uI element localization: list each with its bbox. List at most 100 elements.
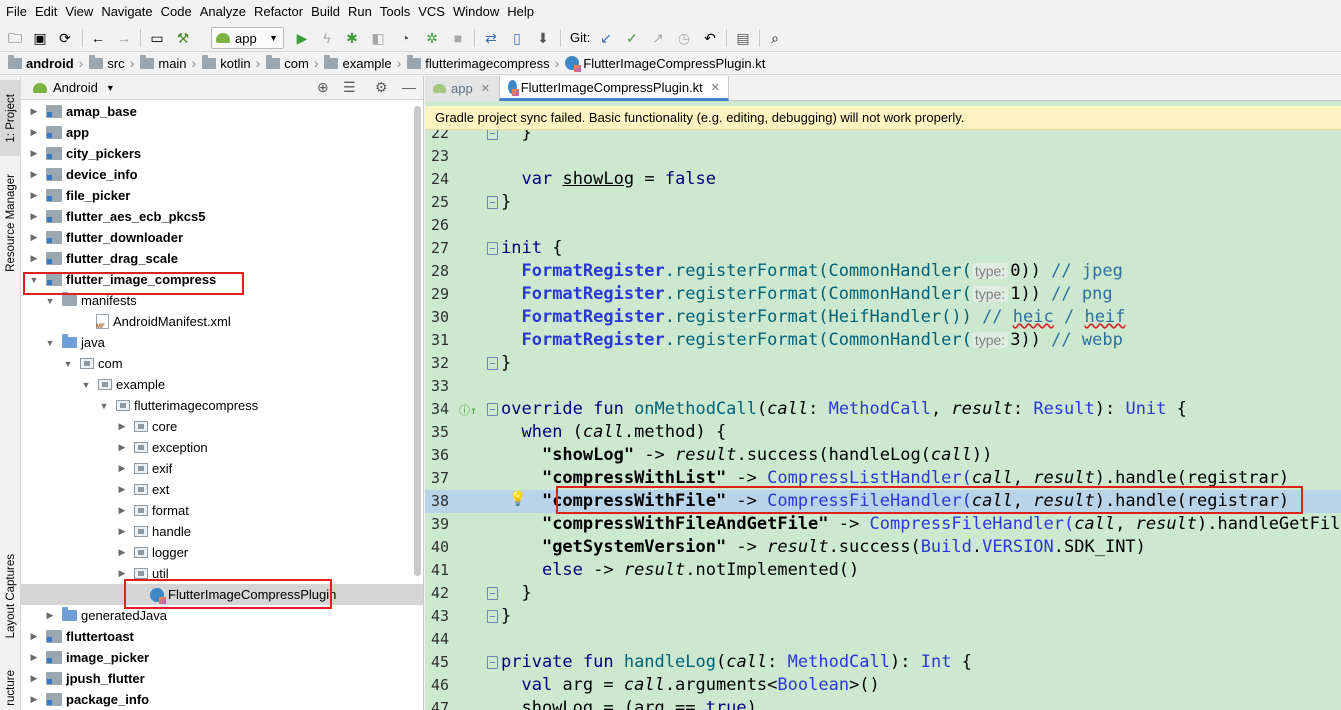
expand-down-icon[interactable]: ▼	[45, 296, 55, 306]
fold-icon[interactable]	[487, 403, 498, 416]
tree-item-androidmanifest-xml[interactable]: AndroidManifest.xml	[21, 311, 423, 332]
tree-item-example[interactable]: ▼ example	[21, 374, 423, 395]
tree-item-manifests[interactable]: ▼ manifests	[21, 290, 423, 311]
tree-item-flutter-aes-ecb-pkcs5[interactable]: ▶ flutter_aes_ecb_pkcs5	[21, 206, 423, 227]
back-icon[interactable]: ←	[88, 28, 108, 48]
code-line[interactable]: 31 FormatRegister.registerFormat(CommonH…	[425, 329, 1341, 352]
avd-manager-icon[interactable]: ▯	[507, 28, 527, 48]
git-commit-icon[interactable]: ✓	[622, 28, 642, 48]
code-line[interactable]: 22 }	[425, 130, 1341, 145]
breadcrumb-item[interactable]: example	[324, 54, 392, 71]
sync-icon[interactable]: ⟳	[55, 28, 75, 48]
code-line[interactable]: 39 "compressWithFileAndGetFile" -> Compr…	[425, 513, 1341, 536]
expand-right-icon[interactable]: ▶	[117, 526, 127, 537]
menu-item-help[interactable]: Help	[505, 0, 540, 24]
expand-down-icon[interactable]: ▼	[99, 401, 109, 411]
breadcrumb-item[interactable]: com	[266, 54, 309, 71]
tree-item-city-pickers[interactable]: ▶ city_pickers	[21, 143, 423, 164]
tree-item-device-info[interactable]: ▶ device_info	[21, 164, 423, 185]
code-area[interactable]: 22 } 23 24 var showLog = false 25} 26 27 init …	[425, 130, 1341, 710]
expand-down-icon[interactable]: ▼	[45, 338, 55, 348]
tree-scrollbar[interactable]	[414, 106, 421, 576]
code-line[interactable]: 24 var showLog = false	[425, 168, 1341, 191]
fold-icon[interactable]	[487, 130, 498, 140]
code-line[interactable]: 41 else -> result.notImplemented()	[425, 559, 1341, 582]
tab-app[interactable]: app ✕	[425, 76, 499, 101]
code-line[interactable]: 36 "showLog" -> result.success(handleLog…	[425, 444, 1341, 467]
menu-item-view[interactable]: View	[63, 0, 99, 24]
save-all-icon[interactable]: ▣	[30, 28, 50, 48]
code-line[interactable]: 29 FormatRegister.registerFormat(CommonH…	[425, 283, 1341, 306]
expand-right-icon[interactable]: ▶	[29, 232, 39, 243]
fold-icon[interactable]	[487, 656, 498, 669]
close-icon[interactable]: ✕	[481, 82, 490, 95]
menu-item-refactor[interactable]: Refactor	[252, 0, 309, 24]
expand-right-icon[interactable]: ▶	[45, 610, 55, 621]
tree-item-generatedjava[interactable]: ▶ generatedJava	[21, 605, 423, 626]
expand-right-icon[interactable]: ▶	[117, 442, 127, 453]
tree-item-com[interactable]: ▼ com	[21, 353, 423, 374]
tree-item-flutterimagecompressplugin[interactable]: FlutterImageCompressPlugin	[21, 584, 423, 605]
apply-changes-icon[interactable]: ϟ	[317, 28, 337, 48]
run-icon[interactable]: ▶	[292, 28, 312, 48]
menu-item-window[interactable]: Window	[451, 0, 505, 24]
tree-item-flutter-downloader[interactable]: ▶ flutter_downloader	[21, 227, 423, 248]
tree-item-logger[interactable]: ▶ logger	[21, 542, 423, 563]
fold-icon[interactable]	[487, 196, 498, 209]
minimize-icon[interactable]: —	[402, 79, 416, 95]
tree-item-amap-base[interactable]: ▶ amap_base	[21, 101, 423, 122]
tree-item-java[interactable]: ▼ java	[21, 332, 423, 353]
breadcrumb-item[interactable]: FlutterImageCompressPlugin.kt	[565, 56, 765, 72]
code-line[interactable]: 46 val arg = call.arguments<Boolean>()	[425, 674, 1341, 697]
tree-item-fluttertoast[interactable]: ▶ fluttertoast	[21, 626, 423, 647]
coverage-icon[interactable]: ◧	[368, 28, 388, 48]
menu-item-analyze[interactable]: Analyze	[198, 0, 252, 24]
code-line[interactable]: 25}	[425, 191, 1341, 214]
expand-down-icon[interactable]: ▼	[63, 359, 73, 369]
breadcrumb-item[interactable]: kotlin	[202, 54, 251, 71]
menu-item-build[interactable]: Build	[309, 0, 346, 24]
close-icon[interactable]: ✕	[711, 81, 720, 94]
menu-item-vcs[interactable]: VCS	[416, 0, 451, 24]
code-line[interactable]: 37 "compressWithList" -> CompressListHan…	[425, 467, 1341, 490]
tree-item-core[interactable]: ▶ core	[21, 416, 423, 437]
menu-item-navigate[interactable]: Navigate	[99, 0, 158, 24]
menu-item-file[interactable]: File	[4, 0, 33, 24]
locate-icon[interactable]: ⊕	[317, 79, 329, 96]
expand-right-icon[interactable]: ▶	[117, 547, 127, 558]
fold-icon[interactable]	[487, 357, 498, 370]
collapse-all-icon[interactable]: ☰	[343, 79, 356, 96]
tree-item-flutter-drag-scale[interactable]: ▶ flutter_drag_scale	[21, 248, 423, 269]
git-push-icon[interactable]: ↗	[648, 28, 668, 48]
menu-item-edit[interactable]: Edit	[33, 0, 63, 24]
menu-item-tools[interactable]: Tools	[378, 0, 416, 24]
expand-down-icon[interactable]: ▼	[81, 380, 91, 390]
fold-icon[interactable]	[487, 587, 498, 600]
expand-right-icon[interactable]: ▶	[117, 505, 127, 516]
code-line[interactable]: 40 "getSystemVersion" -> result.success(…	[425, 536, 1341, 559]
breadcrumb-item[interactable]: main	[140, 54, 187, 71]
expand-right-icon[interactable]: ▶	[29, 631, 39, 642]
expand-right-icon[interactable]: ▶	[117, 421, 127, 432]
expand-right-icon[interactable]: ▶	[29, 694, 39, 705]
expand-right-icon[interactable]: ▶	[29, 652, 39, 663]
chevron-down-icon[interactable]: ▼	[106, 83, 115, 93]
tree-item-package-info[interactable]: ▶ package_info	[21, 689, 423, 710]
attach-debugger-icon[interactable]: ✲	[422, 28, 442, 48]
code-line[interactable]: 35 when (call.method) {	[425, 421, 1341, 444]
fold-icon[interactable]	[487, 242, 498, 255]
tool-window-tab-layout-captures[interactable]: Layout Captures	[0, 546, 21, 646]
tree-item-flutterimagecompress[interactable]: ▼ flutterimagecompress	[21, 395, 423, 416]
expand-right-icon[interactable]: ▶	[29, 253, 39, 264]
tree-item-handle[interactable]: ▶ handle	[21, 521, 423, 542]
expand-right-icon[interactable]: ▶	[117, 484, 127, 495]
tree-item-flutter-image-compress[interactable]: ▼ flutter_image_compress	[21, 269, 423, 290]
tool-window-tab-structure[interactable]: ructure	[0, 666, 21, 710]
tree-item-util[interactable]: ▶ util	[21, 563, 423, 584]
code-line[interactable]: 42 }	[425, 582, 1341, 605]
tree-item-exif[interactable]: ▶ exif	[21, 458, 423, 479]
code-line[interactable]: 38 💡 "compressWithFile" -> CompressFileHa…	[425, 490, 1341, 513]
expand-right-icon[interactable]: ▶	[29, 169, 39, 180]
profile-icon[interactable]: ◔	[395, 28, 415, 48]
expand-right-icon[interactable]: ▶	[29, 190, 39, 201]
